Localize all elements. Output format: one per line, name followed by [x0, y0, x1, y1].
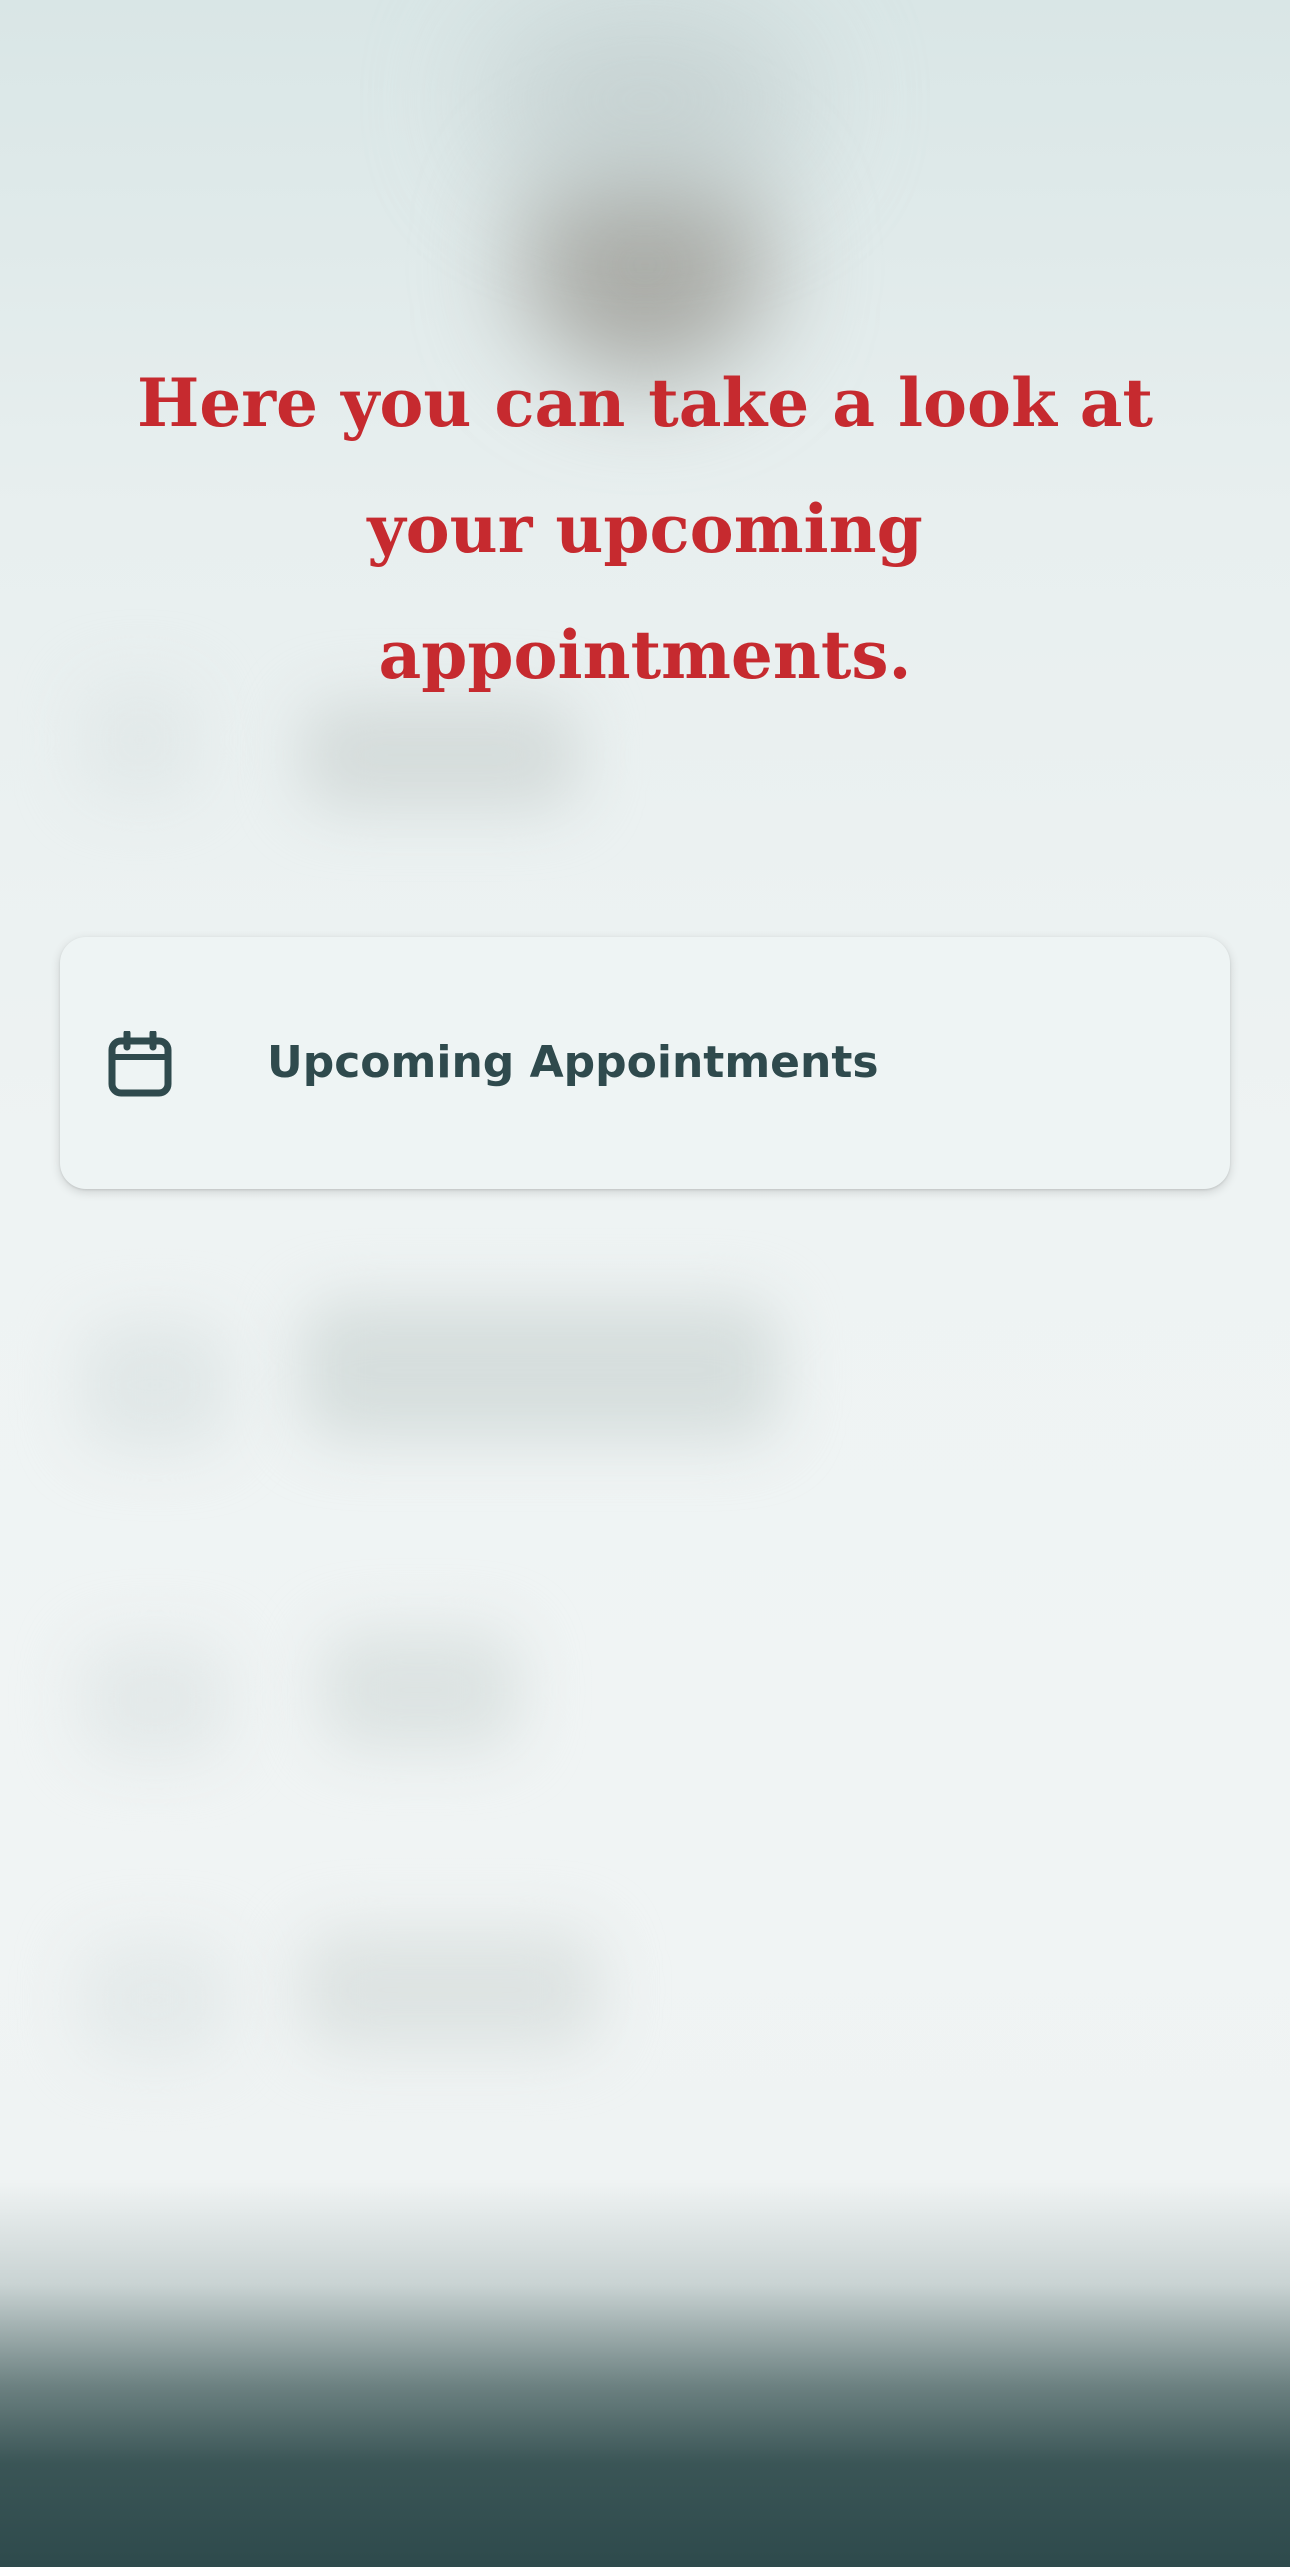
blurred-row [320, 1630, 520, 1750]
blurred-row [80, 1940, 230, 2060]
blurred-row [80, 1320, 230, 1450]
calendar-icon [108, 1029, 172, 1097]
blurred-row [80, 1640, 230, 1760]
blurred-row [300, 1930, 600, 2050]
blurred-avatar-halo [480, 0, 810, 200]
upcoming-appointments-item[interactable]: Upcoming Appointments [60, 937, 1230, 1189]
onboarding-message: Here you can take a look at your upcomin… [136, 364, 1154, 694]
upcoming-appointments-label: Upcoming Appointments [267, 1037, 879, 1088]
blurred-row [300, 1300, 780, 1440]
